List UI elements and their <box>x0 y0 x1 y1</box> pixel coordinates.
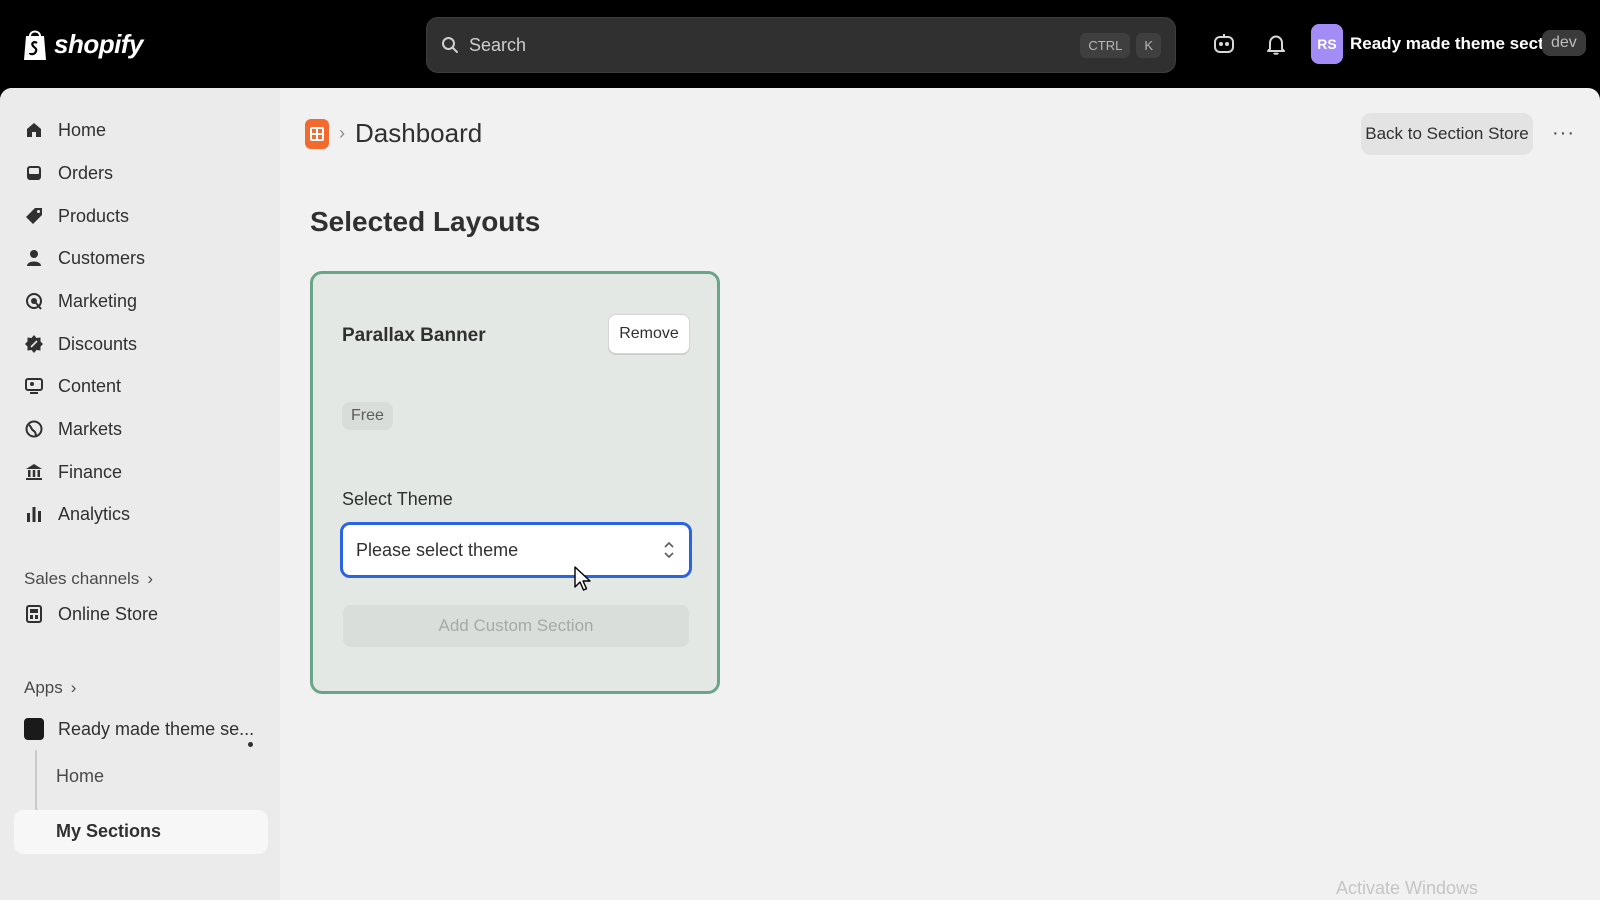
page-title: Dashboard <box>355 118 483 148</box>
sidebar-item-products[interactable]: Products <box>24 202 129 230</box>
sidebar-item-label: Online Store <box>58 603 159 624</box>
add-custom-section-button[interactable]: Add Custom Section <box>343 605 689 647</box>
bell-icon[interactable] <box>1264 32 1288 56</box>
layout-card: Parallax Banner Remove Free Select Theme… <box>310 271 720 694</box>
more-actions-button[interactable]: ··· <box>1552 122 1575 145</box>
sidebar-item-label: Marketing <box>58 290 138 311</box>
sidebar-item-label: Finance <box>58 461 123 482</box>
tag-icon <box>26 208 42 224</box>
sidebar-item-orders[interactable]: Orders <box>24 159 113 187</box>
sidebar-app-entry[interactable]: Ready made theme se... <box>24 718 254 740</box>
app-logo-icon[interactable] <box>305 118 329 149</box>
theme-select[interactable]: Please select theme <box>340 522 692 578</box>
sidebar-item-content[interactable]: Content <box>24 372 121 400</box>
sidebar-item-label: Orders <box>58 162 114 183</box>
app-icon <box>24 718 44 740</box>
pin-dot-icon <box>248 742 253 747</box>
chevron-right-icon: › <box>70 678 77 697</box>
sidebar: Home Orders Products Customers Marketing… <box>0 88 280 900</box>
sidebar-item-online-store[interactable]: Online Store <box>24 600 158 628</box>
sidebar-item-discounts[interactable]: Discounts <box>24 330 137 358</box>
select-theme-label: Select Theme <box>342 489 453 509</box>
sidebar-item-markets[interactable]: Markets <box>24 415 122 443</box>
search-bar[interactable]: Search CTRL K <box>426 17 1176 73</box>
sidebar-item-label: Analytics <box>58 503 131 524</box>
orders-icon <box>27 166 41 180</box>
sidebar-item-label: Products <box>58 205 130 226</box>
content-icon <box>25 378 43 394</box>
top-bar: shopify Search CTRL K RS Ready made them… <box>0 0 1600 88</box>
search-shortcut: CTRL K <box>1080 32 1161 58</box>
sidebar-item-analytics[interactable]: Analytics <box>24 500 130 528</box>
sidebar-item-marketing[interactable]: Marketing <box>24 287 137 315</box>
sidebar-subitem-my-sections[interactable]: My Sections <box>56 821 161 842</box>
shortcut-ctrl-key: CTRL <box>1080 32 1131 58</box>
layout-title: Parallax Banner <box>342 325 486 346</box>
back-to-section-store-button[interactable]: Back to Section Store <box>1361 113 1533 155</box>
sidebar-item-label: Home <box>58 119 107 140</box>
sidekick-icon[interactable] <box>1212 32 1236 56</box>
theme-select-value: Please select theme <box>356 539 519 560</box>
sidebar-item-customers[interactable]: Customers <box>24 244 145 272</box>
home-icon <box>27 123 41 137</box>
chevron-right-icon: › <box>339 123 345 143</box>
app-name: Ready made theme se... <box>58 718 255 739</box>
chevron-right-icon: › <box>147 569 153 588</box>
store-name[interactable]: Ready made theme secti... <box>1350 34 1563 54</box>
select-arrows-icon <box>664 541 674 559</box>
globe-icon <box>25 420 43 438</box>
breadcrumb: › Dashboard <box>305 118 482 149</box>
shopify-bag-icon <box>24 30 46 60</box>
bank-icon <box>26 464 42 480</box>
sales-channels-header[interactable]: Sales channels › <box>24 569 153 589</box>
search-input[interactable]: Search <box>469 35 526 56</box>
apps-label: Apps <box>24 678 63 697</box>
activate-windows-watermark: Activate Windows <box>1336 878 1479 898</box>
target-icon <box>26 293 42 310</box>
sidebar-item-label: Content <box>58 375 122 396</box>
sales-channels-label: Sales channels <box>24 569 140 588</box>
sidebar-subitem-home[interactable]: Home <box>56 766 104 787</box>
store-avatar[interactable]: RS <box>1311 24 1343 64</box>
bar-chart-icon <box>27 507 41 522</box>
sidebar-item-label: Markets <box>58 418 123 439</box>
logo-text: shopify <box>54 28 143 59</box>
apps-header[interactable]: Apps › <box>24 678 76 698</box>
remove-button[interactable]: Remove <box>608 314 690 354</box>
search-icon <box>442 37 458 53</box>
price-badge: Free <box>342 402 393 430</box>
grid-icon <box>310 126 324 141</box>
store-icon <box>26 605 42 623</box>
shortcut-k-key: K <box>1136 32 1161 58</box>
sidebar-item-home[interactable]: Home <box>24 116 106 144</box>
sidebar-item-label: Customers <box>58 247 146 268</box>
sidebar-item-finance[interactable]: Finance <box>24 458 122 486</box>
shopify-logo[interactable]: shopify <box>22 24 143 64</box>
section-title: Selected Layouts <box>310 206 541 237</box>
env-badge: dev <box>1542 30 1586 56</box>
mouse-cursor-icon <box>574 566 591 591</box>
sidebar-item-label: Discounts <box>58 333 138 354</box>
discount-icon <box>25 335 43 353</box>
admin-shell: Home Orders Products Customers Marketing… <box>0 88 1600 900</box>
person-icon <box>27 250 41 266</box>
